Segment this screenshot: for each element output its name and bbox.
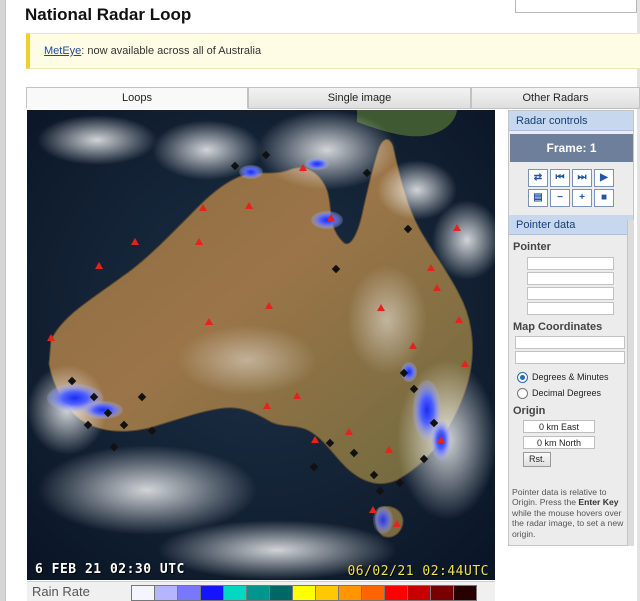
rain-rate-swatch — [292, 585, 316, 601]
meteye-notice: MetEye: now available across all of Aust… — [26, 33, 640, 69]
degrees-minutes-option[interactable]: Degrees & Minutes — [509, 369, 633, 385]
pointer-data-heading: Pointer data — [509, 215, 633, 235]
pointer-field-4 — [527, 302, 614, 315]
pointer-label: Pointer — [513, 241, 551, 253]
rain-rate-legend: Rain Rate — [27, 581, 495, 601]
loop-toggle-icon[interactable]: ⇄ — [528, 169, 548, 187]
rain-rate-swatch — [269, 585, 293, 601]
map-coordinate-field-1 — [515, 336, 625, 349]
rain-rate-swatch — [338, 585, 362, 601]
stop-icon[interactable]: ■ — [594, 189, 614, 207]
rain-rate-swatch — [384, 585, 408, 601]
frame-timestamp: 6 FEB 21 02:30 UTC — [35, 562, 185, 577]
map-coordinate-fields — [515, 336, 625, 364]
play-icon[interactable]: ▶ — [594, 169, 614, 187]
degrees-minutes-label: Degrees & Minutes — [532, 372, 609, 382]
tab-other-radars[interactable]: Other Radars — [471, 87, 640, 109]
header-search-box[interactable] — [515, 0, 637, 13]
rain-rate-swatch — [200, 585, 224, 601]
page-left-border — [0, 0, 6, 601]
radar-tabs: Loops Single image Other Radars — [26, 87, 640, 109]
tab-single-image[interactable]: Single image — [248, 87, 471, 109]
origin-label: Origin — [513, 405, 546, 417]
degrees-minutes-radio[interactable] — [517, 371, 528, 383]
decimal-degrees-option[interactable]: Decimal Degrees — [509, 385, 633, 401]
map-coordinates-label: Map Coordinates — [513, 321, 603, 333]
rain-rate-swatch — [177, 585, 201, 601]
rain-rate-swatch — [154, 585, 178, 601]
rain-rate-swatch — [453, 585, 477, 601]
rain-rate-swatch — [430, 585, 454, 601]
help-text-suffix: while the mouse hovers over the radar im… — [512, 507, 624, 539]
first-frame-icon[interactable]: ⏮ — [550, 169, 570, 187]
rain-rate-swatch — [246, 585, 270, 601]
origin-north-field[interactable]: 0 km North — [523, 436, 595, 449]
issued-timestamp: 06/02/21 02:44UTC — [347, 564, 489, 579]
notice-text: : now available across all of Australia — [81, 45, 262, 57]
radar-image[interactable]: 6 FEB 21 02:30 UTC 06/02/21 02:44UTC — [27, 110, 495, 580]
pointer-help-text: Pointer data is relative to Origin. Pres… — [512, 487, 632, 539]
reset-origin-button[interactable]: Rst. — [523, 452, 551, 467]
playback-controls: ⇄ ⏮ ⏭ ▶ ▤ − + ■ — [528, 169, 614, 207]
origin-east-field[interactable]: 0 km East — [523, 420, 595, 433]
help-text-key: Enter Key — [578, 497, 619, 508]
rain-rate-swatch — [223, 585, 247, 601]
frame-indicator: Frame: 1 — [510, 134, 633, 162]
pointer-field-2 — [527, 272, 614, 285]
rain-rate-swatch — [131, 585, 155, 601]
radar-controls-heading: Radar controls — [509, 111, 633, 131]
zoom-in-icon[interactable]: + — [572, 189, 592, 207]
rain-rate-swatches — [131, 585, 477, 601]
rain-rate-swatch — [361, 585, 385, 601]
pointer-field-1 — [527, 257, 614, 270]
pointer-field-3 — [527, 287, 614, 300]
page-title: National Radar Loop — [25, 5, 192, 24]
panel-scrollbar[interactable] — [627, 220, 634, 546]
radar-map-graphic — [27, 110, 495, 580]
decimal-degrees-label: Decimal Degrees — [532, 388, 602, 398]
print-icon[interactable]: ▤ — [528, 189, 548, 207]
rain-rate-label: Rain Rate — [32, 584, 90, 599]
rain-rate-swatch — [407, 585, 431, 601]
step-forward-icon[interactable]: ⏭ — [572, 169, 592, 187]
pointer-fields — [527, 257, 614, 315]
map-coordinate-field-2 — [515, 351, 625, 364]
rain-rate-swatch — [315, 585, 339, 601]
meteye-link[interactable]: MetEye — [44, 45, 81, 57]
tab-loops[interactable]: Loops — [26, 87, 248, 109]
radar-side-panel: Radar controls Frame: 1 ⇄ ⏮ ⏭ ▶ ▤ − + ■ Pointer… — [508, 110, 634, 546]
decimal-degrees-radio[interactable] — [517, 387, 528, 399]
zoom-out-icon[interactable]: − — [550, 189, 570, 207]
